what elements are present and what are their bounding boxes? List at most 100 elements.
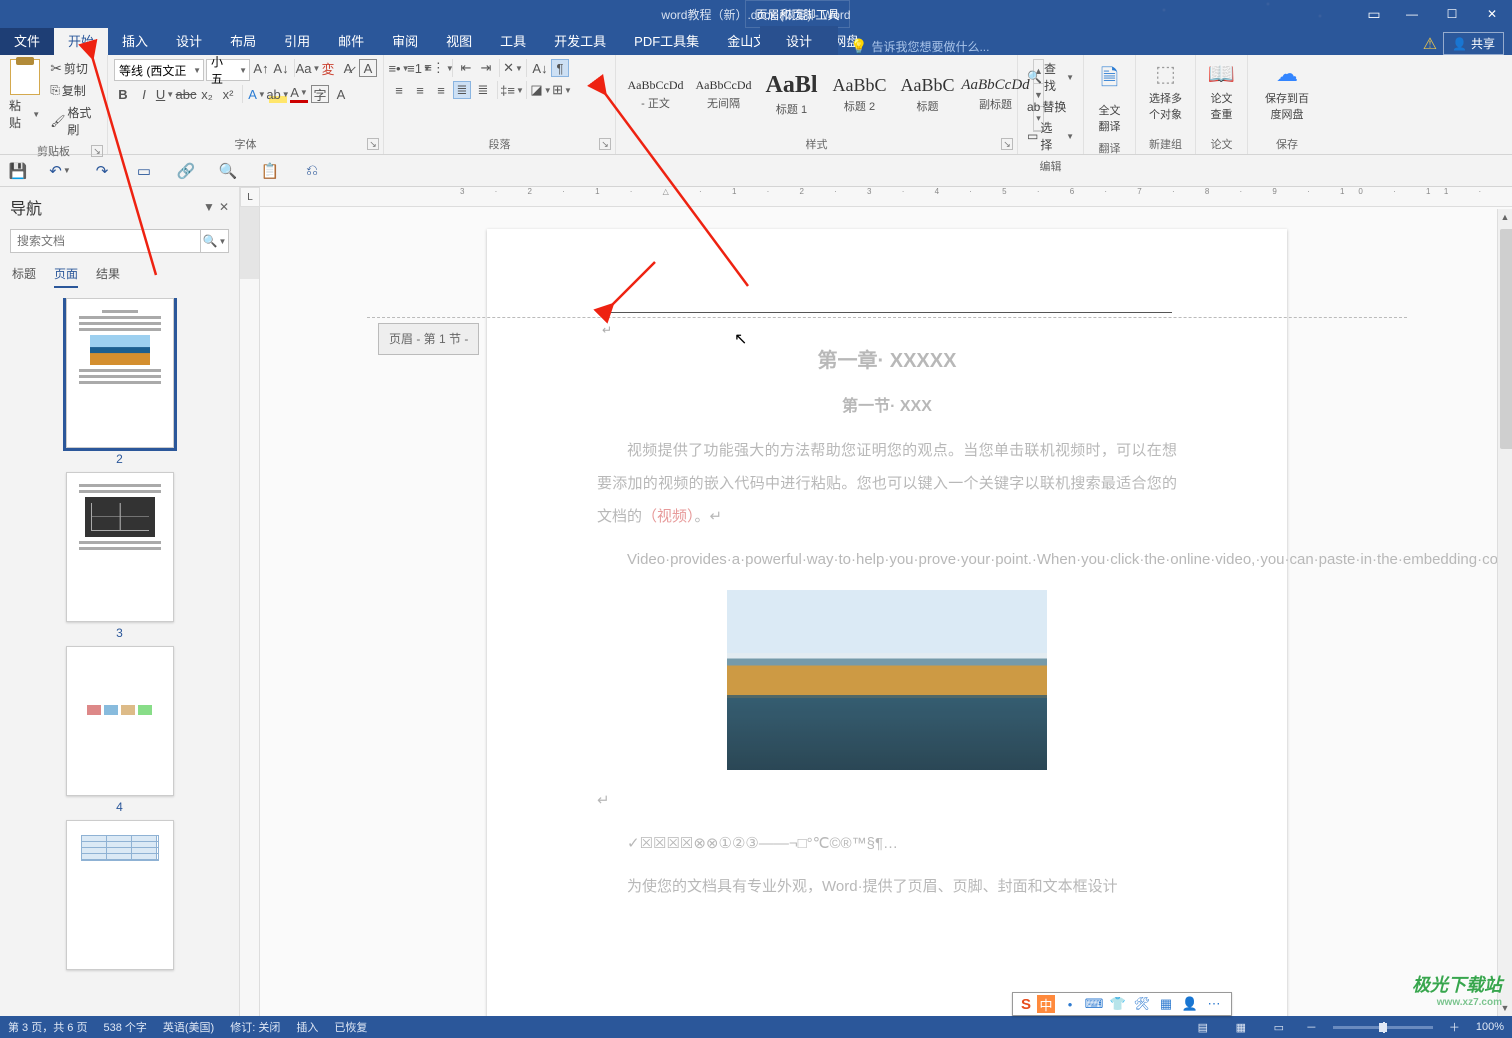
asian-layout-icon[interactable]: ✕▼ — [504, 59, 522, 77]
ime-toolbox-icon[interactable]: 🛠 — [1133, 995, 1151, 1013]
italic-icon[interactable]: I — [135, 85, 153, 103]
character-shading-icon[interactable]: A — [332, 85, 350, 103]
tell-me-search[interactable]: 💡 告诉我您想要做什么... — [850, 38, 989, 55]
nav-tab-pages[interactable]: 页面 — [54, 265, 78, 288]
nav-dropdown-icon[interactable]: ▼ — [203, 200, 215, 214]
bold-icon[interactable]: B — [114, 85, 132, 103]
ribbon-options-icon[interactable]: ▭ — [1356, 0, 1392, 28]
style-item-2[interactable]: AaBl标题 1 — [758, 59, 825, 129]
ime-toolbar[interactable]: S 中 • ⌨ 👕 🛠 ▦ 👤 ⋯ — [1012, 992, 1232, 1016]
thumb-page-4[interactable]: 4 — [66, 646, 174, 814]
cut-button[interactable]: ✂剪切 — [47, 59, 101, 78]
tab-mailings[interactable]: 邮件 — [324, 26, 378, 55]
close-button[interactable]: ✕ — [1472, 0, 1512, 28]
status-insert[interactable]: 插入 — [296, 1019, 318, 1035]
thesis-check-button[interactable]: 📖 论文查重 — [1202, 59, 1241, 124]
status-words[interactable]: 538 个字 — [103, 1019, 146, 1035]
paste-button[interactable]: 粘贴▼ — [6, 96, 43, 132]
ime-settings-icon[interactable]: ⋯ — [1205, 995, 1223, 1013]
status-page[interactable]: 第 3 页，共 6 页 — [8, 1019, 87, 1035]
show-marks-icon[interactable]: ¶ — [551, 59, 569, 77]
nav-tab-results[interactable]: 结果 — [96, 265, 120, 288]
ime-user-icon[interactable]: 👤 — [1181, 995, 1199, 1013]
superscript-icon[interactable]: x² — [219, 85, 237, 103]
tab-references[interactable]: 引用 — [270, 26, 324, 55]
multilevel-icon[interactable]: ≡⋮▼ — [430, 59, 448, 77]
minimize-button[interactable]: — — [1392, 0, 1432, 28]
thumb-page-5[interactable] — [66, 820, 174, 970]
style-item-3[interactable]: AaBbC标题 2 — [826, 59, 893, 129]
tab-view[interactable]: 视图 — [432, 26, 486, 55]
tab-layout[interactable]: 布局 — [216, 26, 270, 55]
increase-indent-icon[interactable]: ⇥ — [477, 59, 495, 77]
status-recover[interactable]: 已恢复 — [334, 1019, 367, 1035]
ime-keyboard-icon[interactable]: ⌨ — [1085, 995, 1103, 1013]
thumb-page-3[interactable]: 3 — [66, 472, 174, 640]
paragraph-launcher[interactable]: ↘ — [599, 138, 611, 150]
view-print-icon[interactable]: ▦ — [1230, 1021, 1252, 1034]
tab-tools[interactable]: 工具 — [486, 26, 540, 55]
horizontal-ruler[interactable]: 3 · 2 · 1 · △ · 1 · 2 · 3 · 4 · 5 · 6 · … — [260, 187, 1512, 207]
nav-tab-headings[interactable]: 标题 — [12, 265, 36, 288]
tab-design[interactable]: 设计 — [162, 26, 216, 55]
tab-pdf[interactable]: PDF工具集 — [620, 26, 713, 55]
ime-cn-icon[interactable]: 中 — [1037, 995, 1055, 1013]
subscript-icon[interactable]: x₂ — [198, 85, 216, 103]
scroll-up-icon[interactable]: ▲ — [1498, 209, 1512, 225]
shading-icon[interactable]: ◪▼ — [532, 81, 550, 99]
status-track[interactable]: 修订: 关闭 — [230, 1019, 280, 1035]
sort-icon[interactable]: A↓ — [531, 59, 549, 77]
save-baidu-button[interactable]: ☁ 保存到百度网盘 — [1254, 59, 1320, 124]
nav-close-icon[interactable]: ✕ — [219, 200, 229, 214]
qat-7-icon[interactable]: 📋 — [260, 161, 280, 181]
tab-review[interactable]: 审阅 — [378, 26, 432, 55]
replace-button[interactable]: ab替换 — [1024, 97, 1077, 116]
font-launcher[interactable]: ↘ — [367, 138, 379, 150]
tab-insert[interactable]: 插入 — [108, 26, 162, 55]
clear-format-icon[interactable]: A̷ — [339, 59, 357, 77]
zoom-slider[interactable] — [1333, 1026, 1433, 1029]
style-item-0[interactable]: AaBbCcDd- 正文 — [622, 59, 689, 129]
qat-8-icon[interactable]: ⎌ — [302, 161, 322, 181]
vertical-ruler[interactable] — [240, 207, 260, 1016]
zoom-in-icon[interactable]: ＋ — [1449, 1019, 1460, 1035]
ime-grid-icon[interactable]: ▦ — [1157, 995, 1175, 1013]
align-center-icon[interactable]: ≡ — [411, 81, 429, 99]
undo-icon[interactable]: ↶▼ — [50, 161, 70, 181]
tab-developer[interactable]: 开发工具 — [540, 26, 620, 55]
warning-icon[interactable]: ⚠ — [1423, 34, 1437, 54]
nav-search-button[interactable]: 🔍▼ — [200, 230, 228, 252]
status-language[interactable]: 英语(美国) — [163, 1019, 214, 1035]
bullets-icon[interactable]: ≡•▼ — [390, 59, 408, 77]
tab-file[interactable]: 文件 — [0, 26, 54, 55]
highlight-icon[interactable]: ab▼ — [269, 85, 287, 103]
vertical-scrollbar[interactable]: ▲ ▼ — [1497, 209, 1512, 1016]
styles-launcher[interactable]: ↘ — [1001, 138, 1013, 150]
line-spacing-icon[interactable]: ‡≡▼ — [503, 81, 521, 99]
tab-context-design[interactable]: 设计 — [760, 26, 838, 55]
select-button[interactable]: ▭选择▼ — [1024, 118, 1077, 154]
align-right-icon[interactable]: ≡ — [432, 81, 450, 99]
decrease-indent-icon[interactable]: ⇤ — [457, 59, 475, 77]
thumb-page-2[interactable]: 2 — [66, 298, 174, 466]
share-button[interactable]: 👤 共享 — [1443, 32, 1504, 55]
ime-punct-icon[interactable]: • — [1061, 995, 1079, 1013]
maximize-button[interactable]: ☐ — [1432, 0, 1472, 28]
paste-icon[interactable] — [10, 59, 40, 95]
decrease-font-icon[interactable]: A↓ — [272, 59, 290, 77]
qat-6-icon[interactable]: 🔍 — [218, 161, 238, 181]
align-justify-icon[interactable]: ≣ — [453, 81, 471, 99]
save-icon[interactable]: 💾 — [8, 161, 28, 181]
tab-home[interactable]: 开始 — [54, 26, 108, 55]
view-web-icon[interactable]: ▭ — [1268, 1021, 1290, 1034]
qat-4-icon[interactable]: ▭ — [134, 161, 154, 181]
phonetic-icon[interactable]: 変 — [319, 59, 337, 77]
document-canvas[interactable]: ↵ ↖ 页眉 - 第 1 节 - 第一章· XXXXX 第一节· XXX 视频提… — [262, 209, 1512, 1016]
scroll-thumb[interactable] — [1500, 229, 1512, 449]
style-item-1[interactable]: AaBbCcDd无间隔 — [690, 59, 757, 129]
header-zone[interactable]: ↵ ↖ — [602, 277, 1172, 313]
style-item-4[interactable]: AaBbC标题 — [894, 59, 961, 129]
tab-selector[interactable]: L — [240, 187, 260, 207]
ime-tshirt-icon[interactable]: 👕 — [1109, 995, 1127, 1013]
strikethrough-icon[interactable]: abc — [177, 85, 195, 103]
